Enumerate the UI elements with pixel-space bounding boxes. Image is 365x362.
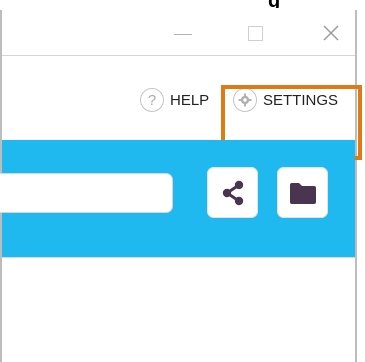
top-toolbar: ? HELP SETTINGS: [2, 56, 362, 160]
share-icon: [222, 180, 243, 205]
help-link[interactable]: ? HELP: [140, 87, 209, 113]
close-button[interactable]: [318, 22, 344, 44]
settings-label: SETTINGS: [263, 91, 339, 109]
minimize-button[interactable]: [170, 22, 196, 44]
title-strip: g: [0, 0, 365, 10]
close-icon: [323, 25, 339, 41]
app-window: ? HELP SETTINGS: [0, 10, 362, 362]
window-title-fragment: g: [268, 0, 296, 8]
question-circle-icon: ?: [140, 88, 164, 112]
help-label: HELP: [170, 91, 210, 109]
action-bar: [0, 140, 355, 257]
gear-icon: [233, 88, 257, 112]
maximize-button[interactable]: [242, 22, 268, 44]
settings-link[interactable]: SETTINGS: [233, 87, 338, 113]
content-area: [2, 257, 355, 362]
folder-button[interactable]: [277, 167, 328, 218]
search-field[interactable]: [0, 173, 173, 213]
screen: g ? HELP: [0, 0, 365, 362]
title-bar: [2, 10, 355, 56]
search-input[interactable]: [0, 174, 172, 212]
folder-icon: [289, 182, 316, 204]
share-button[interactable]: [207, 167, 258, 218]
